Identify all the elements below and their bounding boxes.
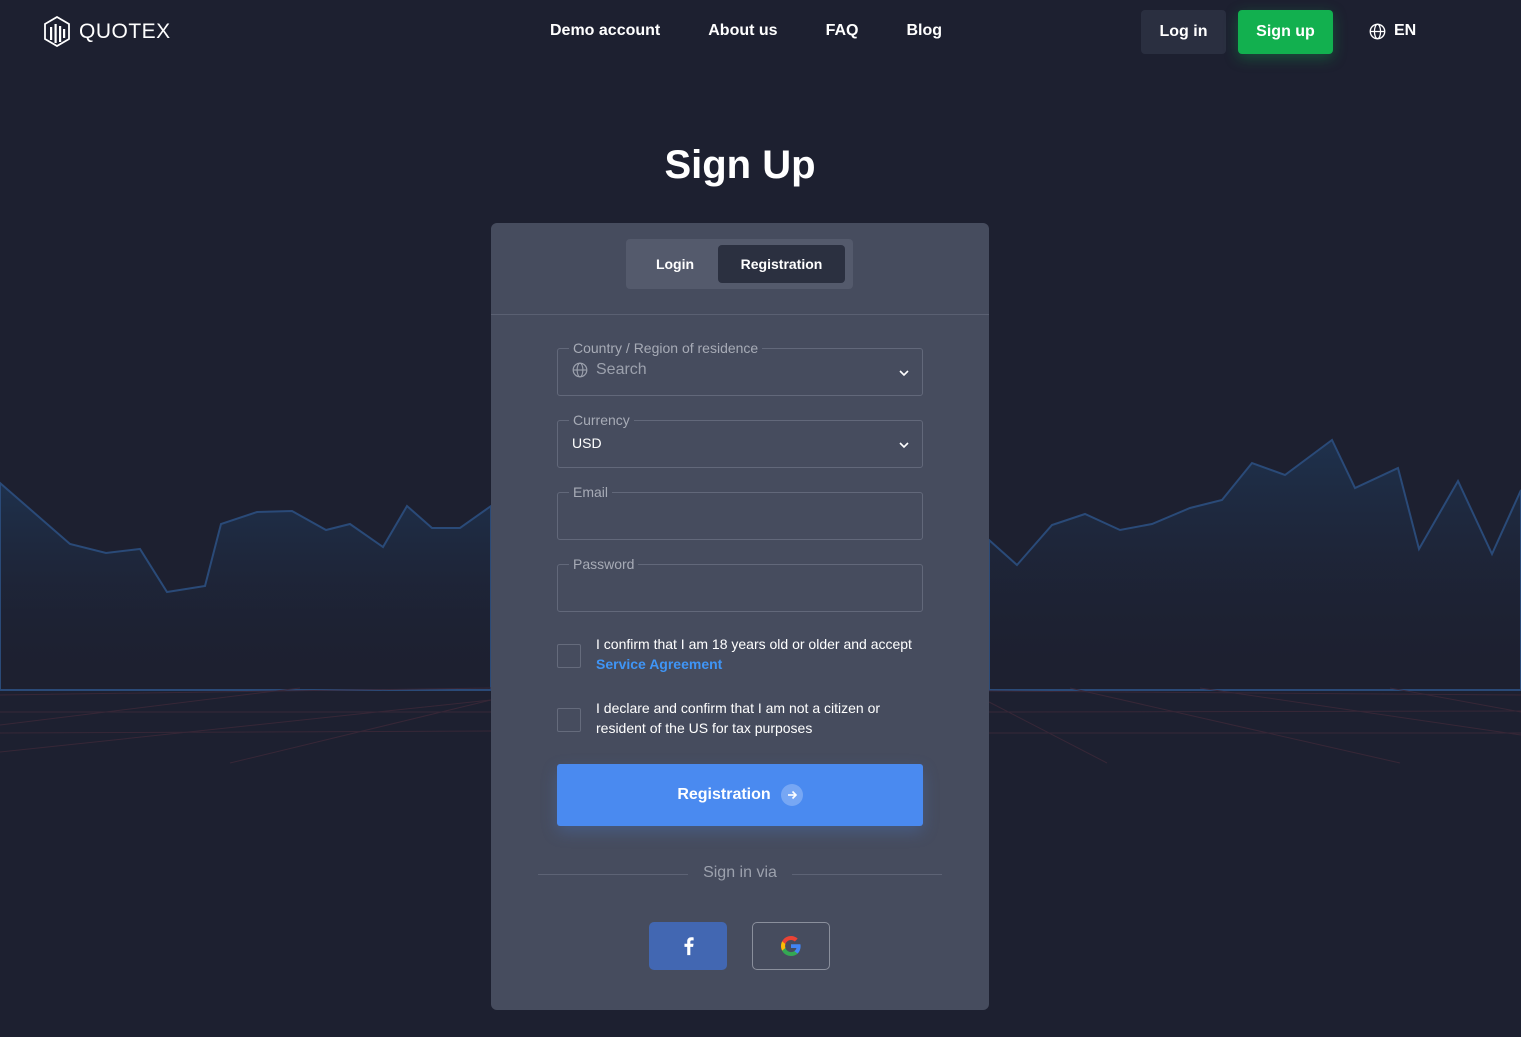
arrow-right-icon — [780, 784, 803, 806]
nav-demo-account[interactable]: Demo account — [550, 22, 660, 40]
language-code: EN — [1394, 22, 1417, 39]
language-selector[interactable]: EN — [1369, 22, 1416, 40]
brand-name: QUOTEX — [79, 19, 171, 43]
country-search: Search — [572, 361, 647, 379]
auth-tabs: Login Registration — [626, 239, 853, 289]
currency-label: Currency — [569, 412, 634, 428]
facebook-login-button[interactable] — [649, 922, 727, 970]
sign-in-via-text: Sign in via — [703, 864, 777, 881]
age-confirm-checkbox[interactable] — [557, 644, 581, 668]
currency-value: USD — [572, 435, 602, 451]
google-login-button[interactable] — [752, 922, 830, 970]
currency-select[interactable]: Currency USD — [557, 412, 923, 468]
divider-line — [792, 874, 942, 875]
google-icon — [781, 936, 801, 956]
us-confirm-text: I declare and confirm that I am not a ci… — [596, 700, 881, 736]
brand-logo[interactable]: QUOTEX — [43, 16, 171, 47]
tab-registration[interactable]: Registration — [718, 245, 845, 283]
top-navigation-bar: QUOTEX Demo account About us FAQ Blog Lo… — [0, 0, 1521, 64]
age-confirm-row: I confirm that I am 18 years old or olde… — [557, 634, 927, 674]
quotex-logo-icon — [44, 16, 70, 47]
registration-submit-button[interactable]: Registration — [557, 764, 923, 826]
header-signup-button[interactable]: Sign up — [1238, 10, 1333, 54]
password-field[interactable]: Password — [557, 556, 923, 612]
email-field[interactable]: Email — [557, 484, 923, 540]
tab-login[interactable]: Login — [632, 245, 718, 283]
service-agreement-link[interactable]: Service Agreement — [596, 654, 912, 674]
country-select[interactable]: Country / Region of residence Search — [557, 340, 923, 396]
registration-submit-label: Registration — [677, 786, 771, 803]
nav-blog[interactable]: Blog — [906, 22, 942, 40]
globe-icon — [1369, 23, 1386, 39]
page-title: Sign Up — [664, 143, 816, 187]
chevron-down-icon — [899, 442, 909, 449]
main-nav: Demo account About us FAQ Blog — [550, 22, 990, 40]
chevron-down-icon — [899, 370, 909, 377]
password-label: Password — [569, 556, 639, 572]
us-confirm-row: I declare and confirm that I am not a ci… — [557, 698, 927, 738]
nav-faq[interactable]: FAQ — [826, 22, 859, 40]
country-placeholder: Search — [596, 361, 647, 378]
age-confirm-text: I confirm that I am 18 years old or olde… — [596, 636, 912, 652]
email-label: Email — [569, 484, 613, 500]
us-confirm-checkbox[interactable] — [557, 708, 581, 732]
age-confirm-text-block: I confirm that I am 18 years old or olde… — [596, 634, 912, 674]
country-label: Country / Region of residence — [569, 340, 763, 356]
globe-icon — [572, 362, 588, 378]
card-divider — [491, 314, 989, 315]
header-login-button[interactable]: Log in — [1141, 10, 1226, 54]
signup-card: Login Registration Country / Region of r… — [491, 223, 989, 1010]
facebook-icon — [683, 937, 694, 956]
nav-about-us[interactable]: About us — [708, 22, 777, 40]
sign-in-via-divider: Sign in via — [538, 863, 942, 885]
